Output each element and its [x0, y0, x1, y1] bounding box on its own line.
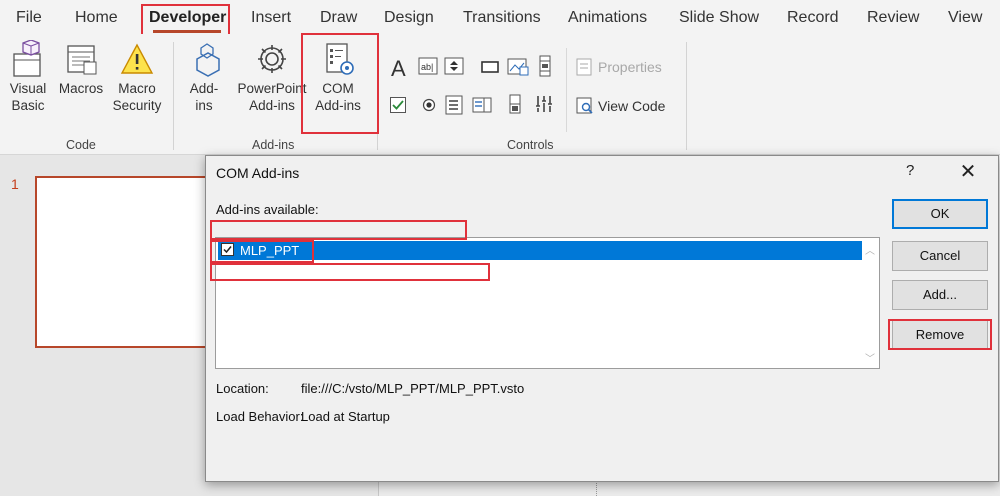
toggle-button-control-icon[interactable] [508, 94, 522, 114]
listbox-scrollbar[interactable]: ︿ ﹀ [862, 238, 879, 368]
remove-button[interactable]: Remove [892, 320, 988, 350]
tab-file[interactable]: File [16, 9, 42, 27]
svg-text:ab|: ab| [421, 62, 433, 72]
gear-icon [258, 45, 286, 73]
command-button-control-icon[interactable] [480, 60, 500, 74]
tab-transitions[interactable]: Transitions [463, 9, 541, 27]
tab-animations[interactable]: Animations [568, 9, 647, 27]
add-button[interactable]: Add... [892, 280, 988, 310]
spin-button-control-icon[interactable] [444, 57, 464, 75]
cancel-button[interactable]: Cancel [892, 241, 988, 271]
code-group-label: Code [66, 138, 96, 152]
tab-record[interactable]: Record [787, 9, 839, 27]
view-code-button[interactable]: View Code [598, 98, 665, 114]
dialog-title: COM Add-ins [216, 165, 300, 181]
visual-basic-icon [13, 40, 41, 77]
location-label: Location: [216, 381, 269, 396]
com-addins-dialog: COM Add-ins ? ✕ Add-ins available: MLP_P… [205, 155, 999, 482]
tab-review[interactable]: Review [867, 9, 919, 27]
addins-group-label: Add-ins [252, 138, 295, 152]
option-button-control-icon[interactable] [422, 98, 436, 112]
load-behavior-label: Load Behavior: [216, 409, 304, 424]
visual-basic-button[interactable]: Visual Basic [6, 40, 50, 114]
more-controls-icon[interactable] [535, 94, 553, 114]
view-code-icon [576, 97, 593, 114]
combobox-control-icon[interactable] [472, 96, 492, 114]
scroll-up-icon[interactable]: ︿ [865, 242, 875, 257]
addins-available-label: Add-ins available: [216, 202, 319, 217]
tab-slide-show[interactable]: Slide Show [679, 9, 759, 27]
powerpoint-addins-button[interactable]: PowerPoint Add-ins [234, 40, 310, 114]
checkbox-control-icon[interactable] [389, 96, 407, 114]
group-separator [686, 42, 687, 150]
list-item[interactable]: MLP_PPT [218, 241, 864, 260]
tab-design[interactable]: Design [384, 9, 434, 27]
active-tab-underline [153, 30, 221, 33]
label-control-icon[interactable]: A [389, 55, 411, 81]
svg-text:A: A [391, 56, 406, 81]
addins-hexagon-icon [196, 43, 220, 77]
help-button[interactable]: ? [906, 162, 914, 179]
checkmark-icon [223, 246, 232, 254]
tab-developer[interactable]: Developer [149, 9, 226, 27]
placeholder-guide [596, 480, 598, 496]
addin-checkbox[interactable] [221, 243, 234, 256]
scrollbar-control-icon[interactable] [538, 55, 552, 77]
addins-listbox[interactable]: MLP_PPT ︿ ﹀ [215, 237, 880, 369]
textbox-control-icon[interactable]: ab| [418, 57, 438, 75]
com-addins-button[interactable]: COM Add-ins [310, 40, 366, 114]
listbox-control-icon[interactable] [445, 95, 463, 115]
tab-view[interactable]: View [948, 9, 982, 27]
controls-group-label: Controls [507, 138, 554, 152]
tab-home[interactable]: Home [75, 9, 118, 27]
addins-button[interactable]: Add- ins [184, 40, 224, 114]
group-separator [173, 42, 174, 150]
slide-number: 1 [11, 176, 19, 192]
location-value: file:///C:/vsto/MLP_PPT/MLP_PPT.vsto [301, 381, 525, 396]
addin-name: MLP_PPT [240, 243, 300, 258]
ribbon-tab-bar: File Home Developer Insert Draw Design T… [0, 0, 1000, 34]
slide-thumbnail[interactable] [35, 176, 215, 348]
image-control-icon[interactable] [507, 57, 529, 77]
macros-icon [67, 45, 97, 75]
tab-draw[interactable]: Draw [320, 9, 357, 27]
macros-button[interactable]: Macros [56, 40, 106, 97]
close-icon[interactable]: ✕ [956, 159, 980, 184]
ribbon: Visual Basic Macros Macro Security Code … [0, 34, 1000, 155]
ok-button[interactable]: OK [892, 199, 988, 229]
properties-icon [576, 58, 592, 76]
com-addins-icon [326, 43, 354, 75]
load-behavior-value: Load at Startup [301, 409, 390, 424]
macro-security-button[interactable]: Macro Security [108, 40, 166, 114]
controls-divider [566, 48, 567, 132]
group-separator [377, 42, 378, 150]
properties-button[interactable]: Properties [598, 59, 662, 75]
tab-insert[interactable]: Insert [251, 9, 291, 27]
scroll-down-icon[interactable]: ﹀ [865, 350, 875, 365]
warning-icon [120, 43, 154, 74]
